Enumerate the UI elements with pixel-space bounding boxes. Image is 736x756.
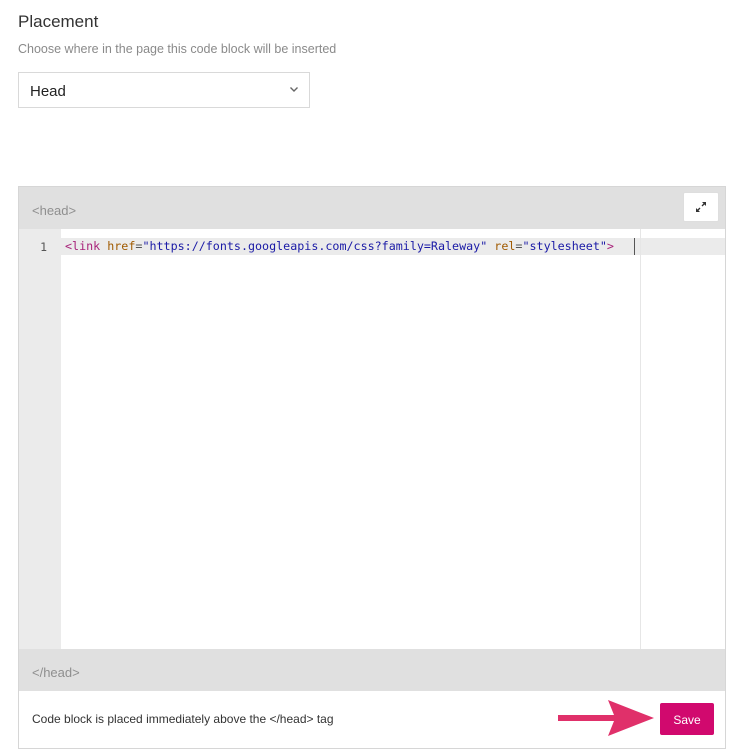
placement-title: Placement	[18, 12, 99, 31]
expand-icon	[696, 202, 706, 212]
editor-header: <head>	[19, 187, 725, 229]
code-area[interactable]: 1 <link href="https://fonts.googleapis.c…	[19, 229, 725, 649]
expand-editor-button[interactable]	[683, 192, 719, 222]
placement-select[interactable]: Head	[18, 72, 310, 108]
chevron-down-icon	[290, 87, 298, 92]
placement-note: Code block is placed immediately above t…	[32, 712, 334, 726]
code-attr-value: "stylesheet"	[522, 239, 607, 253]
code-line[interactable]: <link href="https://fonts.googleapis.com…	[65, 239, 614, 253]
code-attr-name: rel	[494, 239, 516, 253]
editor-footer-bar: </head>	[19, 649, 725, 691]
code-editor: <head> 1 <link href="https://fonts.googl…	[18, 186, 726, 749]
code-attr-value: "https://fonts.googleapis.com/css?family…	[142, 239, 488, 253]
code-tag-open: <link	[65, 239, 101, 253]
arrow-annotation-icon	[558, 700, 654, 736]
code-attr-name: href	[107, 239, 136, 253]
print-margin-rule	[640, 229, 641, 649]
close-head-tag-label: </head>	[32, 665, 80, 680]
save-button[interactable]: Save	[660, 703, 714, 735]
placement-select-value: Head	[30, 83, 66, 100]
open-head-tag-label: <head>	[32, 203, 77, 218]
line-number-gutter: 1	[19, 229, 61, 649]
text-cursor	[634, 238, 635, 255]
placement-subtitle: Choose where in the page this code block…	[18, 42, 337, 56]
code-tag-close: >	[606, 239, 614, 253]
line-number: 1	[40, 240, 47, 254]
